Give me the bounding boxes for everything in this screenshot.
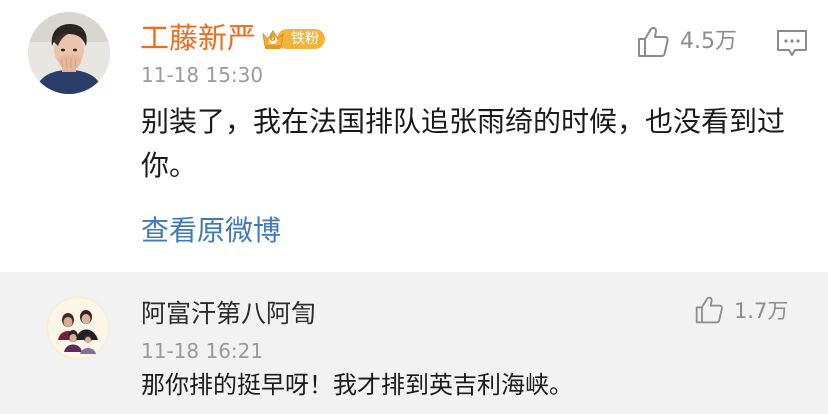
- comment-bubble-icon[interactable]: [776, 28, 808, 58]
- view-original-link[interactable]: 查看原微博: [141, 212, 281, 250]
- main-comment: 工藤新严 6 铁粉 11-18 15:30 4.5万 别装了，我在法国排队追张雨…: [0, 0, 828, 268]
- like-count: 1.7万: [734, 299, 789, 323]
- timestamp: 11-18 16:21: [141, 339, 264, 363]
- reply-comment: 阿富汗第八阿訇 11-18 16:21 1.7万 那你排的挺早呀！我才排到英吉利…: [0, 272, 828, 414]
- comment-text: 那你排的挺早呀！我才排到英吉利海峡。: [141, 371, 573, 399]
- thumbs-up-icon: [695, 296, 723, 324]
- like-count: 4.5万: [680, 29, 737, 54]
- username[interactable]: 工藤新严: [140, 20, 256, 56]
- username[interactable]: 阿富汗第八阿訇: [141, 298, 316, 330]
- avatar-photo: [28, 12, 110, 94]
- avatar[interactable]: [28, 12, 110, 94]
- fan-badge[interactable]: 6 铁粉: [261, 26, 327, 52]
- thumbs-up-icon: [638, 26, 669, 57]
- avatar[interactable]: [46, 296, 110, 360]
- avatar-photo: [46, 296, 110, 360]
- weibo-comment-screen: 工藤新严 6 铁粉 11-18 15:30 4.5万 别装了，我在法国排队追张雨…: [0, 0, 828, 414]
- fan-badge-level: 6: [269, 33, 276, 44]
- comment-text: 别装了，我在法国排队追张雨绮的时候，也没看到过你。: [141, 105, 786, 182]
- timestamp: 11-18 15:30: [141, 63, 264, 87]
- fan-badge-label: 铁粉: [291, 31, 319, 47]
